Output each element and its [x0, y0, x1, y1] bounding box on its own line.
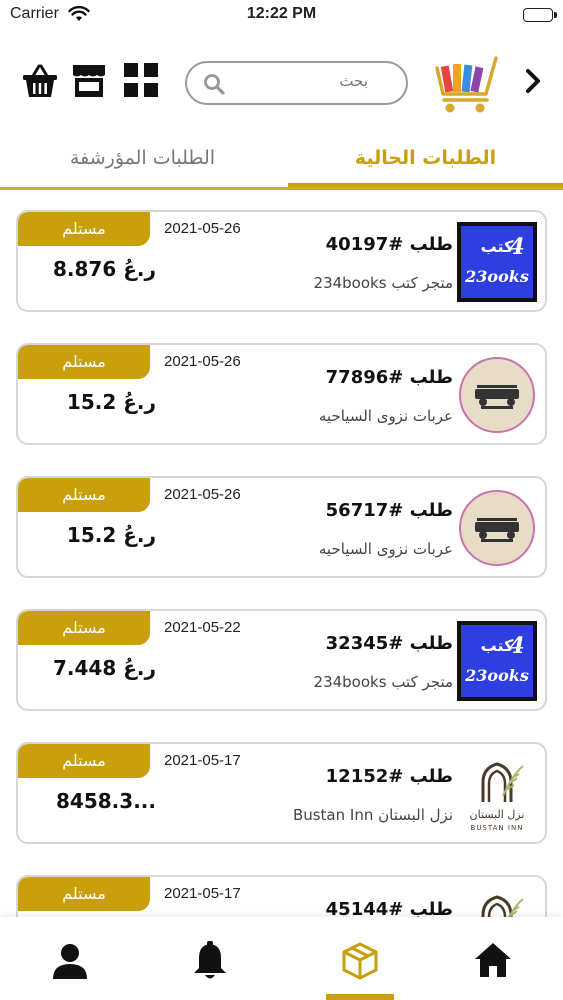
order-date: 2021-05-17	[164, 885, 241, 902]
store-name: نزل البستان Bustan Inn	[292, 806, 453, 824]
status-badge: مستلم	[18, 212, 150, 246]
order-amount: 7.448 ر.عُ	[52, 656, 156, 680]
status-badge: مستلم	[18, 478, 150, 512]
order-date: 2021-05-26	[164, 353, 241, 370]
order-amount: 15.2 ر.عُ	[66, 390, 156, 414]
order-number: طلب #77896	[325, 367, 453, 388]
books-logo-bottom: 23ooks	[464, 267, 529, 286]
nav-profile[interactable]	[0, 917, 140, 1000]
order-amount: 8458.3...	[56, 789, 156, 813]
order-amount: 15.2 ر.عُ	[66, 523, 156, 547]
store-logo-nizwa	[457, 488, 537, 568]
tab-archived-orders[interactable]: الطلبات المؤرشفة	[20, 130, 265, 186]
status-badge: مستلم	[18, 611, 150, 645]
status-badge: مستلم	[18, 345, 150, 379]
books-logo-bottom: 23ooks	[464, 666, 529, 685]
order-number: طلب #12152	[325, 766, 453, 787]
order-date: 2021-05-26	[164, 220, 241, 237]
active-nav-indicator	[326, 994, 394, 1000]
chevron-right-icon[interactable]	[520, 64, 546, 102]
tabs-divider	[0, 187, 563, 190]
order-card[interactable]: مستلم 2021-05-22 7.448 ر.عُ طلب #32345 م…	[16, 609, 547, 711]
bustan-logo-en: BUSTAN INN	[471, 824, 524, 832]
basket-icon[interactable]	[22, 63, 58, 103]
cart-logo-icon[interactable]	[434, 54, 500, 120]
search-input[interactable]	[248, 72, 368, 90]
store-icon[interactable]	[71, 63, 107, 103]
bustan-logo-ar: نزل البستان	[470, 808, 525, 821]
order-date: 2021-05-17	[164, 752, 241, 769]
order-date: 2021-05-22	[164, 619, 241, 636]
store-name: عربات نزوى السياحيه	[318, 407, 453, 425]
order-number: طلب #45144	[325, 899, 453, 917]
store-name: عربات نزوى السياحيه	[318, 540, 453, 558]
status-badge: مستلم	[18, 877, 150, 911]
store-logo-nizwa	[457, 355, 537, 435]
order-number: طلب #32345	[325, 633, 453, 654]
home-icon	[475, 943, 511, 977]
order-card[interactable]: مستلم 2021-05-26 15.2 ر.عُ طلب #56717 عر…	[16, 476, 547, 578]
order-amount: 8.876 ر.عُ	[52, 257, 156, 281]
order-date: 2021-05-26	[164, 486, 241, 503]
store-name: متجر كتب 234books	[313, 274, 453, 292]
user-icon	[53, 944, 87, 979]
order-tabs: الطلبات المؤرشفة الطلبات الحالية	[0, 130, 563, 192]
books-logo-num: 4	[509, 633, 524, 659]
bell-icon	[194, 941, 226, 979]
store-logo-books: كتب 4 23ooks	[457, 222, 537, 302]
store-logo-bustan: نزل البستان BUSTAN INN	[457, 754, 537, 834]
top-header	[0, 50, 563, 120]
books-logo-num: 4	[509, 234, 524, 260]
nav-home[interactable]	[423, 917, 563, 1000]
store-logo-books: كتب 4 23ooks	[457, 621, 537, 701]
orders-list: مستلم 2021-05-26 8.876 ر.عُ طلب #40197 م…	[16, 210, 548, 917]
order-card[interactable]: مستلم 2021-05-17 طلب #45144	[16, 875, 547, 917]
store-logo-bustan	[457, 887, 537, 917]
status-bar: Carrier 12:22 PM	[0, 0, 563, 32]
search-icon	[203, 73, 225, 99]
battery-icon	[523, 8, 557, 22]
search-bar[interactable]	[185, 61, 408, 105]
nav-notifications[interactable]	[140, 917, 280, 1000]
status-badge: مستلم	[18, 744, 150, 778]
nav-orders[interactable]	[290, 917, 430, 1000]
order-card[interactable]: مستلم 2021-05-26 8.876 ر.عُ طلب #40197 م…	[16, 210, 547, 312]
order-card[interactable]: مستلم 2021-05-26 15.2 ر.عُ طلب #77896 عر…	[16, 343, 547, 445]
order-number: طلب #56717	[325, 500, 453, 521]
order-number: طلب #40197	[325, 234, 453, 255]
grid-icon[interactable]	[124, 63, 158, 101]
bottom-navigation	[0, 917, 563, 1000]
clock: 12:22 PM	[246, 5, 317, 22]
store-name: متجر كتب 234books	[313, 673, 453, 691]
box-icon	[342, 942, 378, 980]
tab-current-orders[interactable]: الطلبات الحالية	[288, 130, 563, 186]
order-card[interactable]: مستلم 2021-05-17 8458.3... طلب #12152 نز…	[16, 742, 547, 844]
